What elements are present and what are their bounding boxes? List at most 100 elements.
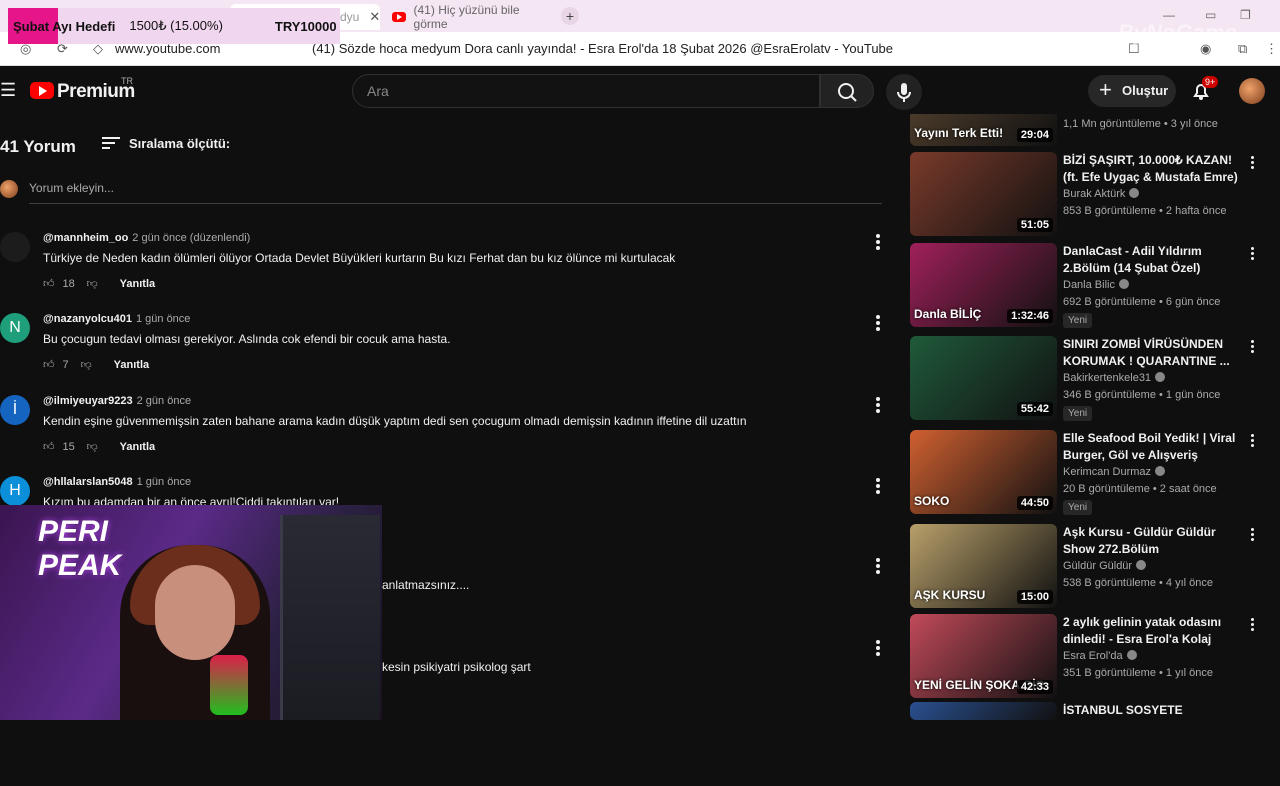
verified-icon xyxy=(1126,650,1137,660)
avatar[interactable]: İ xyxy=(0,395,30,425)
maximize-icon[interactable]: ❐ xyxy=(1240,8,1251,22)
like-icon[interactable]: 👍︎ xyxy=(43,440,55,453)
video-title[interactable]: BİZİ ŞAŞIRT, 10.000₺ KAZAN! (ft. Efe Uyg… xyxy=(1063,152,1245,186)
more-icon[interactable]: ⋮ xyxy=(1265,41,1278,57)
video-title[interactable]: İSTANBUL SOSYETE xyxy=(1063,702,1245,719)
comment-time[interactable]: 1 gün önce xyxy=(137,476,191,488)
comment-actions: 👍︎ 18 👎︎ Yanıtla xyxy=(43,277,155,291)
video-title[interactable]: Elle Seafood Boil Yedik! | Viral Burger,… xyxy=(1063,430,1245,464)
page-title: (41) Sözde hoca medyum Dora canlı yayınd… xyxy=(312,41,894,56)
avatar[interactable]: N xyxy=(0,313,30,343)
video-card[interactable]: YENİ GELİN ŞOKA GİR 42:33 2 aylık gelinin … xyxy=(910,614,1280,698)
browser-tab[interactable]: (41) Hiç yüzünü bile görme xyxy=(392,3,552,31)
more-icon[interactable] xyxy=(876,558,880,574)
like-count: 7 xyxy=(62,358,69,371)
like-icon[interactable]: 👍︎ xyxy=(43,358,55,371)
video-meta: 853 B görüntüleme • 2 hafta önce xyxy=(1063,205,1227,217)
channel-label: Güldür Güldür xyxy=(1063,560,1133,572)
tab-label: (41) Hiç yüzünü bile görme xyxy=(413,3,520,31)
video-card[interactable]: AŞK KURSU 15:00 Aşk Kursu - Güldür Güldür … xyxy=(910,524,1280,608)
verified-icon xyxy=(1155,372,1166,382)
more-icon[interactable] xyxy=(1251,528,1255,543)
video-card[interactable]: 51:05 BİZİ ŞAŞIRT, 10.000₺ KAZAN! (ft. Ef… xyxy=(910,152,1280,236)
video-thumbnail[interactable]: Yayını Terk Etti! 29:04 xyxy=(910,114,1057,146)
more-icon[interactable] xyxy=(876,640,880,656)
video-title[interactable]: SINIRI ZOMBİ VİRÜSÜNDEN KORUMAK ! QUARAN… xyxy=(1063,336,1245,370)
new-tab-button[interactable]: + xyxy=(561,7,579,25)
video-card[interactable]: 55:42 SINIRI ZOMBİ VİRÜSÜNDEN KORUMAK ! Q… xyxy=(910,336,1280,421)
thumbnail-caption: AŞK KURSU xyxy=(914,588,986,602)
comment-author[interactable]: @hllalarslan5048 xyxy=(43,476,133,488)
extensions-icon[interactable]: ⧉ xyxy=(1238,41,1247,57)
channel-name[interactable]: Danla Bilic xyxy=(1063,279,1129,291)
more-icon[interactable] xyxy=(876,397,880,413)
video-thumbnail[interactable]: 51:05 xyxy=(910,152,1057,236)
channel-name[interactable]: Esra Erol'da xyxy=(1063,650,1137,662)
video-title[interactable]: Aşk Kursu - Güldür Güldür Show 272.Bölüm xyxy=(1063,524,1245,558)
video-thumbnail[interactable]: Danla BİLİÇ 1:32:46 xyxy=(910,243,1057,327)
comment-item: İ @ilmiyeuyar9223 2 gün önce Kendin eşine… xyxy=(0,395,900,455)
avatar[interactable]: H xyxy=(0,476,30,506)
goal-progress: 1500₺ (15.00%) xyxy=(129,18,223,33)
video-thumbnail[interactable] xyxy=(910,702,1057,720)
dislike-icon[interactable]: 👎︎ xyxy=(87,277,98,290)
comment-author[interactable]: @ilmiyeuyar9223 xyxy=(43,395,133,407)
video-thumbnail[interactable]: SOKO 44:50 xyxy=(910,430,1057,514)
add-comment-input[interactable]: Yorum ekleyin... xyxy=(29,181,882,204)
channel-label: Kerimcan Durmaz xyxy=(1063,466,1152,478)
more-icon[interactable] xyxy=(1251,247,1255,262)
dislike-icon[interactable]: 👎︎ xyxy=(81,358,92,371)
new-badge: Yeni xyxy=(1063,406,1093,421)
streamer-face xyxy=(155,565,235,660)
comment-time[interactable]: 2 gün önce (düzenlendi) xyxy=(132,232,250,244)
dislike-icon[interactable]: 👎︎ xyxy=(87,440,98,453)
verified-icon xyxy=(1155,466,1166,476)
channel-name[interactable]: Kerimcan Durmaz xyxy=(1063,466,1166,478)
hamburger-icon[interactable]: ☰ xyxy=(0,80,16,101)
sort-button[interactable]: Sıralama ölçütü: xyxy=(102,136,230,151)
search-input[interactable]: Ara xyxy=(352,74,820,108)
reply-button[interactable]: Yanıtla xyxy=(114,359,149,371)
comment-text: Türkiye de Neden kadın ölümleri ölüyor O… xyxy=(43,251,676,265)
more-icon[interactable] xyxy=(876,478,880,494)
channel-label: Bakirkertenkele31 xyxy=(1063,372,1152,384)
more-icon[interactable] xyxy=(1251,618,1255,633)
video-title[interactable]: 2 aylık gelinin yatak odasını dinledi! -… xyxy=(1063,614,1245,648)
channel-name[interactable]: Bakirkertenkele31 xyxy=(1063,372,1166,384)
avatar[interactable] xyxy=(0,232,30,262)
search-button[interactable] xyxy=(820,74,874,108)
like-icon[interactable]: 👍︎ xyxy=(43,277,55,290)
comment-actions: 👍︎ 15 👎︎ Yanıtla xyxy=(43,440,155,454)
video-card[interactable]: İSTANBUL SOSYETE xyxy=(910,702,1280,786)
video-duration: 44:50 xyxy=(1016,496,1053,510)
video-duration: 15:00 xyxy=(1016,590,1053,604)
more-icon[interactable] xyxy=(1251,434,1255,449)
more-icon[interactable] xyxy=(876,234,880,250)
close-icon[interactable]: ✕ xyxy=(369,9,380,25)
verified-icon xyxy=(1136,560,1147,570)
youtube-logo-icon[interactable] xyxy=(30,82,54,99)
video-thumbnail[interactable]: YENİ GELİN ŞOKA GİR 42:33 xyxy=(910,614,1057,698)
channel-name[interactable]: Burak Aktürk xyxy=(1063,188,1140,200)
comment-text: Kendin eşine güvenmemişsin zaten bahane … xyxy=(43,414,747,428)
video-card[interactable]: SOKO 44:50 Elle Seafood Boil Yedik! | Vira… xyxy=(910,430,1280,515)
video-thumbnail[interactable]: 55:42 xyxy=(910,336,1057,420)
video-card[interactable]: Danla BİLİÇ 1:32:46 DanlaCast - Adil Yıldı… xyxy=(910,243,1280,328)
video-meta: 692 B görüntüleme • 6 gün önce xyxy=(1063,296,1221,308)
comment-header: @mannheim_oo 2 gün önce (düzenlendi) xyxy=(43,232,250,244)
reply-button[interactable]: Yanıtla xyxy=(120,278,155,290)
more-icon[interactable] xyxy=(1251,156,1255,171)
video-title[interactable]: DanlaCast - Adil Yıldırım 2.Bölüm (14 Şu… xyxy=(1063,243,1245,277)
comment-author[interactable]: @nazanyolcu401 xyxy=(43,313,132,325)
more-icon[interactable] xyxy=(1251,340,1255,355)
comment-time[interactable]: 2 gün önce xyxy=(137,395,191,407)
reply-button[interactable]: Yanıtla xyxy=(120,441,155,453)
microphone-icon xyxy=(210,655,248,715)
more-icon[interactable] xyxy=(876,315,880,331)
comment-time[interactable]: 1 gün önce xyxy=(136,313,190,325)
channel-name[interactable]: Güldür Güldür xyxy=(1063,560,1147,572)
comment-author[interactable]: @mannheim_oo xyxy=(43,232,128,244)
video-thumbnail[interactable]: AŞK KURSU 15:00 xyxy=(910,524,1057,608)
comment-text-partial: anlatmazsınız.... xyxy=(382,578,470,592)
region-code: TR xyxy=(121,76,133,86)
